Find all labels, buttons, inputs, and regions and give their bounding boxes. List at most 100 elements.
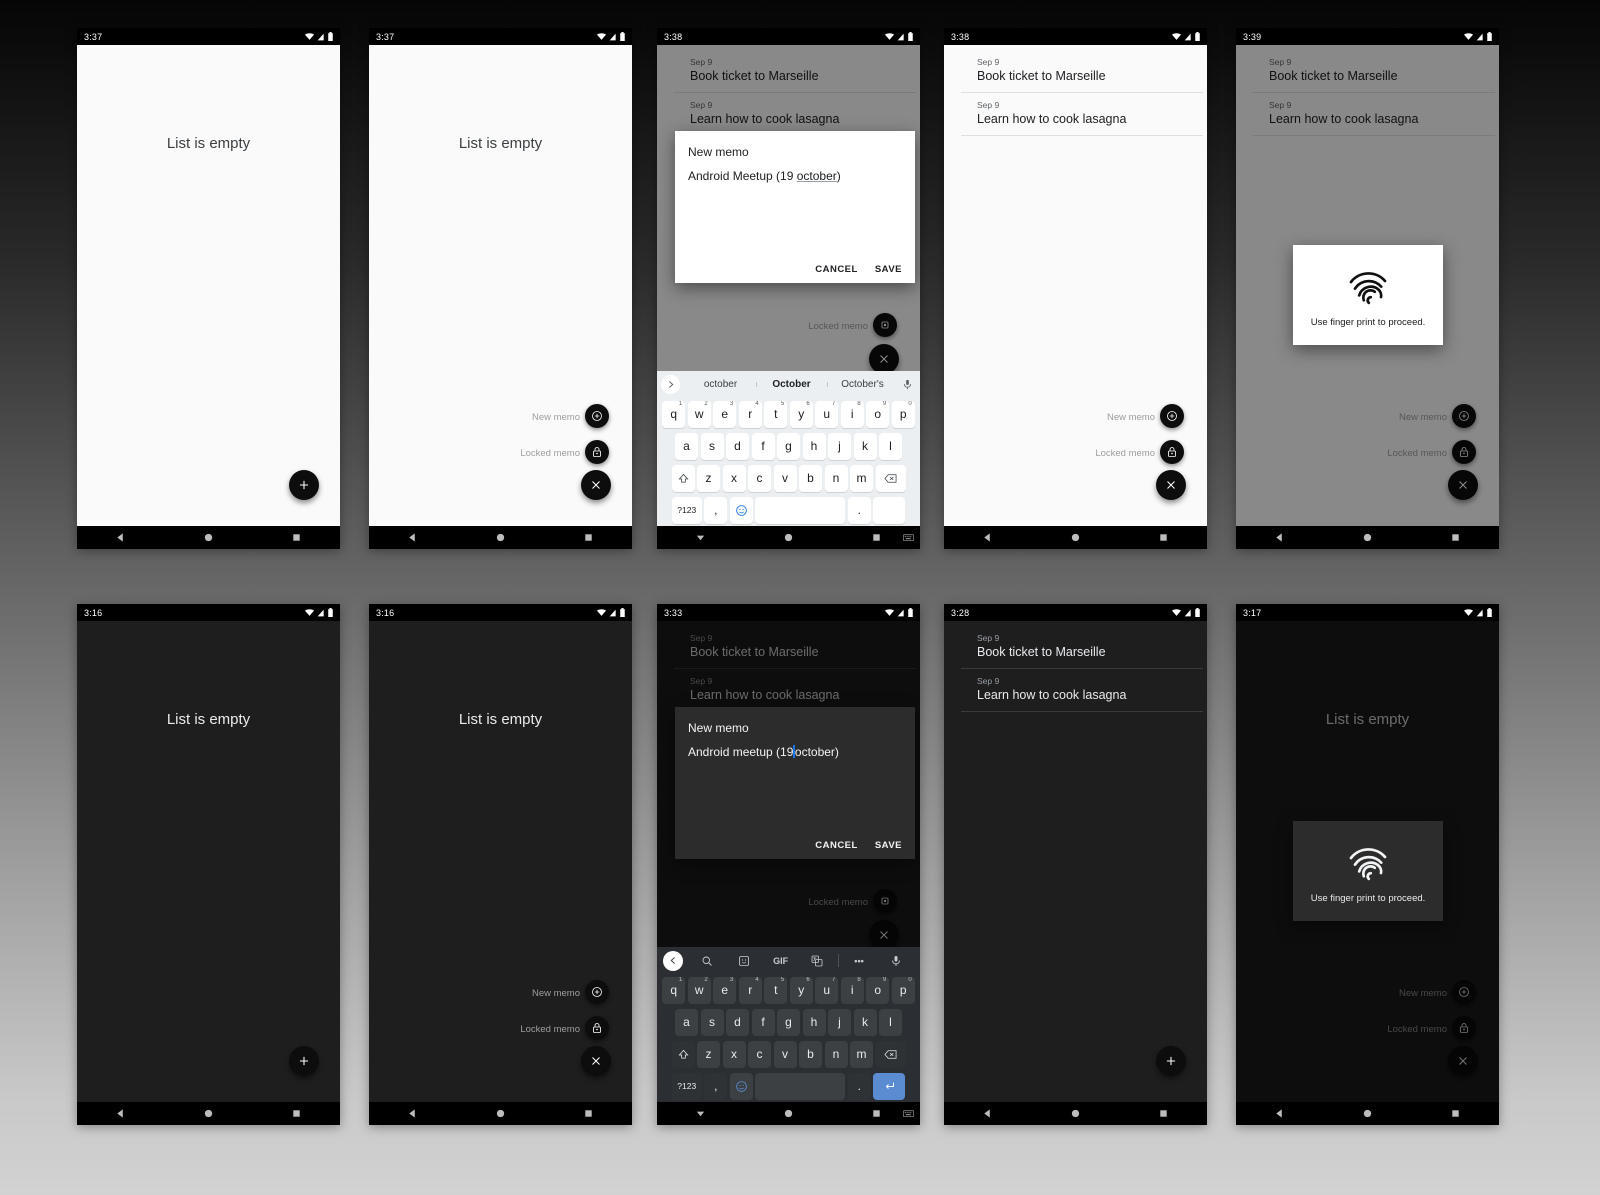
key-s[interactable]: s bbox=[700, 1008, 724, 1036]
space-key[interactable] bbox=[755, 1072, 846, 1100]
key-c[interactable]: c bbox=[748, 464, 771, 492]
key-z[interactable]: z bbox=[697, 1040, 720, 1068]
comma-key[interactable]: , bbox=[704, 1072, 728, 1100]
nav-back-icon[interactable] bbox=[1274, 1108, 1285, 1119]
key-x[interactable]: x bbox=[722, 464, 746, 492]
nav-home-icon[interactable] bbox=[783, 532, 794, 543]
list-item[interactable]: Sep 9 Learn how to cook lasagna bbox=[944, 669, 1207, 711]
nav-recents-icon[interactable] bbox=[1450, 532, 1461, 543]
cancel-button[interactable]: CANCEL bbox=[815, 264, 858, 275]
locked-memo-button[interactable] bbox=[585, 440, 609, 464]
key-b[interactable]: b bbox=[799, 1040, 822, 1068]
key-d[interactable]: d bbox=[726, 1008, 749, 1036]
nav-back-icon[interactable] bbox=[1274, 532, 1285, 543]
nav-home-icon[interactable] bbox=[203, 532, 214, 543]
backspace-key[interactable] bbox=[875, 1040, 906, 1068]
save-button[interactable]: SAVE bbox=[875, 840, 902, 851]
symbols-key[interactable]: ?123 bbox=[671, 496, 702, 524]
key-r[interactable]: r4 bbox=[738, 400, 762, 428]
key-v[interactable]: v bbox=[773, 1040, 797, 1068]
memo-text-input[interactable]: Android meetup (19 october) bbox=[688, 745, 902, 834]
key-m[interactable]: m bbox=[850, 1040, 873, 1068]
emoji-key[interactable] bbox=[729, 1072, 753, 1100]
cancel-button[interactable]: CANCEL bbox=[815, 840, 858, 851]
nav-home-icon[interactable] bbox=[783, 1108, 794, 1119]
new-memo-button[interactable] bbox=[585, 980, 609, 1004]
nav-recents-icon[interactable] bbox=[1158, 1108, 1169, 1119]
key-u[interactable]: u7 bbox=[815, 976, 839, 1004]
symbols-key[interactable]: ?123 bbox=[671, 1072, 702, 1100]
nav-back-icon[interactable] bbox=[407, 532, 418, 543]
period-key[interactable]: . bbox=[847, 496, 871, 524]
backspace-key[interactable] bbox=[875, 464, 906, 492]
key-r[interactable]: r4 bbox=[738, 976, 762, 1004]
nav-recents-icon[interactable] bbox=[583, 532, 594, 543]
nav-recents-icon[interactable] bbox=[871, 532, 882, 543]
key-o[interactable]: o9 bbox=[866, 400, 890, 428]
nav-recents-icon[interactable] bbox=[871, 1108, 882, 1119]
key-g[interactable]: g bbox=[777, 432, 800, 460]
comma-key[interactable]: , bbox=[704, 496, 728, 524]
new-memo-button[interactable] bbox=[1160, 404, 1184, 428]
key-q[interactable]: q1 bbox=[662, 976, 686, 1004]
voice-input-button[interactable] bbox=[898, 378, 916, 391]
key-p[interactable]: p0 bbox=[891, 976, 915, 1004]
translate-button[interactable] bbox=[799, 955, 836, 967]
period-key[interactable]: . bbox=[847, 1072, 871, 1100]
nav-home-icon[interactable] bbox=[1070, 1108, 1081, 1119]
key-v[interactable]: v bbox=[773, 464, 797, 492]
nav-recents-icon[interactable] bbox=[583, 1108, 594, 1119]
add-memo-fab[interactable] bbox=[1156, 1046, 1186, 1076]
nav-home-icon[interactable] bbox=[203, 1108, 214, 1119]
nav-home-icon[interactable] bbox=[1362, 532, 1373, 543]
key-p[interactable]: p0 bbox=[891, 400, 915, 428]
key-a[interactable]: a bbox=[675, 1008, 698, 1036]
key-i[interactable]: i8 bbox=[840, 976, 864, 1004]
memo-text-input[interactable]: Android Meetup (19 october) bbox=[688, 169, 902, 258]
nav-back-icon[interactable] bbox=[982, 532, 993, 543]
key-q[interactable]: q1 bbox=[662, 400, 686, 428]
key-o[interactable]: o9 bbox=[866, 976, 890, 1004]
key-a[interactable]: a bbox=[675, 432, 698, 460]
suggestion-2[interactable]: October's bbox=[827, 379, 898, 390]
add-memo-fab[interactable] bbox=[289, 1046, 319, 1076]
key-l[interactable]: l bbox=[879, 1008, 902, 1036]
voice-input-button[interactable] bbox=[877, 955, 914, 967]
list-item[interactable]: Sep 9 Book ticket to Marseille bbox=[944, 50, 1207, 92]
key-l[interactable]: l bbox=[879, 432, 902, 460]
nav-back-icon[interactable] bbox=[115, 532, 126, 543]
key-h[interactable]: h bbox=[802, 1008, 826, 1036]
key-s[interactable]: s bbox=[700, 432, 724, 460]
key-e[interactable]: e3 bbox=[713, 400, 737, 428]
locked-memo-button[interactable] bbox=[1160, 440, 1184, 464]
key-g[interactable]: g bbox=[777, 1008, 800, 1036]
list-item[interactable]: Sep 9 Book ticket to Marseille bbox=[944, 626, 1207, 668]
add-memo-fab[interactable] bbox=[289, 470, 319, 500]
nav-home-icon[interactable] bbox=[1070, 532, 1081, 543]
nav-recents-icon[interactable] bbox=[1450, 1108, 1461, 1119]
emoji-key[interactable] bbox=[729, 496, 753, 524]
close-fab-menu-button[interactable] bbox=[1156, 470, 1186, 500]
key-j[interactable]: j bbox=[828, 432, 851, 460]
key-i[interactable]: i8 bbox=[840, 400, 864, 428]
shift-key[interactable] bbox=[671, 1040, 695, 1068]
key-b[interactable]: b bbox=[799, 464, 822, 492]
key-t[interactable]: t5 bbox=[764, 976, 788, 1004]
nav-switch-keyboard-icon[interactable] bbox=[903, 533, 914, 542]
key-n[interactable]: n bbox=[824, 1040, 848, 1068]
sticker-button[interactable] bbox=[726, 955, 763, 967]
key-f[interactable]: f bbox=[751, 432, 775, 460]
key-t[interactable]: t5 bbox=[764, 400, 788, 428]
nav-recents-icon[interactable] bbox=[291, 1108, 302, 1119]
key-d[interactable]: d bbox=[726, 432, 749, 460]
save-button[interactable]: SAVE bbox=[875, 264, 902, 275]
nav-back-icon[interactable] bbox=[982, 1108, 993, 1119]
key-z[interactable]: z bbox=[697, 464, 720, 492]
key-w[interactable]: w2 bbox=[687, 976, 711, 1004]
locked-memo-button[interactable] bbox=[585, 1016, 609, 1040]
search-button[interactable] bbox=[689, 955, 726, 967]
key-m[interactable]: m bbox=[850, 464, 873, 492]
close-fab-menu-button[interactable] bbox=[581, 470, 611, 500]
nav-hide-keyboard-icon[interactable] bbox=[695, 532, 706, 543]
nav-switch-keyboard-icon[interactable] bbox=[903, 1109, 914, 1118]
